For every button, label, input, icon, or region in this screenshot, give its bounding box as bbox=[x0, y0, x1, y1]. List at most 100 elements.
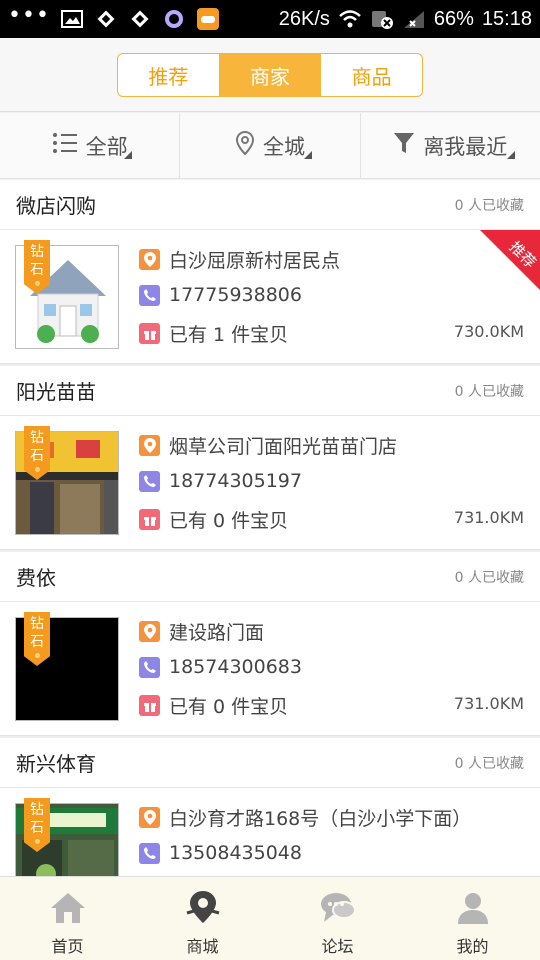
filter-bar: 全部 全城 离我最近 bbox=[0, 113, 540, 179]
bottom-nav: 首页 商城 论坛 我的 bbox=[0, 876, 540, 960]
tab-products[interactable]: 商品 bbox=[321, 54, 422, 96]
phone-row[interactable]: 13508435048 bbox=[139, 842, 302, 864]
shop-body[interactable]: 钻石 白沙育才路168号（白沙小学下面） 13508435048 bbox=[0, 788, 540, 876]
gift-icon bbox=[139, 509, 160, 530]
filter-category-label: 全部 bbox=[85, 134, 128, 159]
filter-area-label: 全城 bbox=[262, 134, 305, 159]
items-row: 已有 1 件宝贝 bbox=[139, 320, 288, 347]
wifi-icon bbox=[338, 8, 362, 30]
top-bar: 推荐 商家 商品 bbox=[0, 38, 540, 112]
filter-sort-label: 离我最近 bbox=[423, 134, 508, 159]
shop-header: 阳光苗苗 0 人已收藏 bbox=[0, 366, 540, 416]
shop-item-count: 已有 1 件宝贝 bbox=[169, 324, 289, 346]
phone-row[interactable]: 17775938806 bbox=[139, 284, 302, 306]
phone-icon bbox=[139, 656, 160, 678]
shop-header: 费依 0 人已收藏 bbox=[0, 552, 540, 602]
location-icon bbox=[139, 621, 160, 642]
shop-name: 新兴体育 bbox=[16, 752, 96, 776]
clock: 15:18 bbox=[481, 7, 532, 30]
dropdown-arrow-icon bbox=[506, 151, 515, 159]
shop-distance: 731.0KM bbox=[453, 508, 524, 527]
shop-distance: 731.0KM bbox=[453, 694, 524, 713]
image-notification-icon bbox=[60, 8, 84, 30]
items-row: 已有 0 件宝贝 bbox=[139, 506, 288, 533]
signal-icon bbox=[402, 8, 426, 30]
nav-mall-label: 商城 bbox=[186, 937, 219, 956]
phone-row[interactable]: 18774305197 bbox=[139, 470, 302, 492]
chat-bubble-icon bbox=[318, 889, 358, 927]
dropdown-arrow-icon bbox=[304, 151, 313, 159]
app-circle-icon bbox=[162, 8, 186, 30]
tab-merchants[interactable]: 商家 bbox=[219, 54, 322, 96]
favorite-count: 0 人已收藏 bbox=[454, 755, 524, 772]
battery-level: 66% bbox=[433, 7, 474, 30]
location-icon bbox=[139, 807, 160, 828]
funnel-icon bbox=[393, 131, 415, 160]
dropdown-arrow-icon bbox=[124, 151, 132, 159]
no-sim-icon bbox=[370, 8, 394, 30]
phone-row[interactable]: 18574300683 bbox=[139, 656, 302, 678]
shop-body[interactable]: 钻石 白沙屈原新村居民点 17775938806 已有 1 件宝贝 730.0K… bbox=[0, 230, 540, 364]
diamond-badge: 钻石 bbox=[24, 798, 50, 852]
nav-home[interactable]: 首页 bbox=[0, 877, 135, 960]
nav-profile[interactable]: 我的 bbox=[405, 877, 540, 960]
diamond-badge: 钻石 bbox=[24, 426, 50, 480]
items-row: 已有 0 件宝贝 bbox=[139, 692, 288, 719]
diamond-badge: 钻石 bbox=[24, 240, 50, 294]
shop-phone: 18774305197 bbox=[169, 470, 302, 492]
gift-icon bbox=[139, 695, 160, 716]
list-item[interactable]: 微店闪购 0 人已收藏 钻石 白沙屈原新村居民点 17775938806 已有 … bbox=[0, 180, 540, 364]
shop-body[interactable]: 钻石 烟草公司门面阳光苗苗门店 18774305197 已有 0 件宝贝 731… bbox=[0, 416, 540, 550]
shop-name: 阳光苗苗 bbox=[16, 380, 96, 404]
map-pin-icon bbox=[183, 889, 223, 927]
shop-name: 费依 bbox=[16, 566, 56, 590]
favorite-count: 0 人已收藏 bbox=[454, 197, 524, 214]
game-app-icon bbox=[196, 8, 220, 30]
network-speed: 26K/s bbox=[278, 7, 330, 30]
phone-icon bbox=[139, 842, 160, 864]
nav-profile-label: 我的 bbox=[456, 937, 489, 956]
filter-sort[interactable]: 离我最近 bbox=[361, 113, 540, 178]
phone-icon bbox=[139, 470, 160, 492]
shop-header: 新兴体育 0 人已收藏 bbox=[0, 738, 540, 788]
address-row: 白沙屈原新村居民点 bbox=[139, 246, 340, 273]
usb-debug-icon bbox=[94, 8, 118, 30]
shop-phone: 13508435048 bbox=[169, 842, 302, 864]
shop-address: 白沙屈原新村居民点 bbox=[169, 250, 341, 272]
nav-forum-label: 论坛 bbox=[321, 937, 354, 956]
list-icon bbox=[52, 132, 78, 159]
diamond-badge: 钻石 bbox=[24, 612, 50, 666]
gift-icon bbox=[139, 323, 160, 344]
list-item[interactable]: 阳光苗苗 0 人已收藏 钻石 烟草公司门面阳光苗苗门店 18774305197 … bbox=[0, 366, 540, 550]
tab-recommend[interactable]: 推荐 bbox=[118, 54, 220, 96]
shop-item-count: 已有 0 件宝贝 bbox=[169, 696, 289, 718]
shop-distance: 730.0KM bbox=[453, 322, 524, 341]
shop-body[interactable]: 钻石 建设路门面 18574300683 已有 0 件宝贝 731.0KM bbox=[0, 602, 540, 736]
nav-forum[interactable]: 论坛 bbox=[270, 877, 405, 960]
shop-phone: 17775938806 bbox=[169, 284, 302, 306]
list-item[interactable]: 费依 0 人已收藏 钻石 建设路门面 18574300683 已有 0 件宝贝 … bbox=[0, 552, 540, 736]
shop-address: 烟草公司门面阳光苗苗门店 bbox=[169, 436, 398, 458]
list-item[interactable]: 新兴体育 0 人已收藏 钻石 白沙育才路168号（白沙小学下面） 1350843… bbox=[0, 738, 540, 876]
location-icon bbox=[139, 435, 160, 456]
address-row: 白沙育才路168号（白沙小学下面） bbox=[139, 804, 471, 831]
address-row: 烟草公司门面阳光苗苗门店 bbox=[139, 432, 397, 459]
shop-list[interactable]: 微店闪购 0 人已收藏 钻石 白沙屈原新村居民点 17775938806 已有 … bbox=[0, 180, 540, 876]
shop-name: 微店闪购 bbox=[16, 194, 96, 218]
shop-address: 白沙育才路168号（白沙小学下面） bbox=[169, 808, 472, 830]
shop-item-count: 已有 0 件宝贝 bbox=[169, 510, 289, 532]
filter-area[interactable]: 全城 bbox=[180, 113, 361, 178]
nav-home-label: 首页 bbox=[51, 937, 84, 956]
recommend-ribbon: 推荐 bbox=[480, 230, 540, 290]
shop-phone: 18574300683 bbox=[169, 656, 302, 678]
usb-debug-icon-2 bbox=[128, 8, 152, 30]
filter-category[interactable]: 全部 bbox=[0, 113, 181, 178]
home-icon bbox=[48, 889, 88, 927]
favorite-count: 0 人已收藏 bbox=[454, 383, 524, 400]
shop-address: 建设路门面 bbox=[169, 622, 265, 644]
segmented-tabs: 推荐 商家 商品 bbox=[117, 53, 423, 97]
nav-mall[interactable]: 商城 bbox=[135, 877, 270, 960]
phone-icon bbox=[139, 284, 160, 306]
favorite-count: 0 人已收藏 bbox=[454, 569, 524, 586]
shop-header: 微店闪购 0 人已收藏 bbox=[0, 180, 540, 230]
